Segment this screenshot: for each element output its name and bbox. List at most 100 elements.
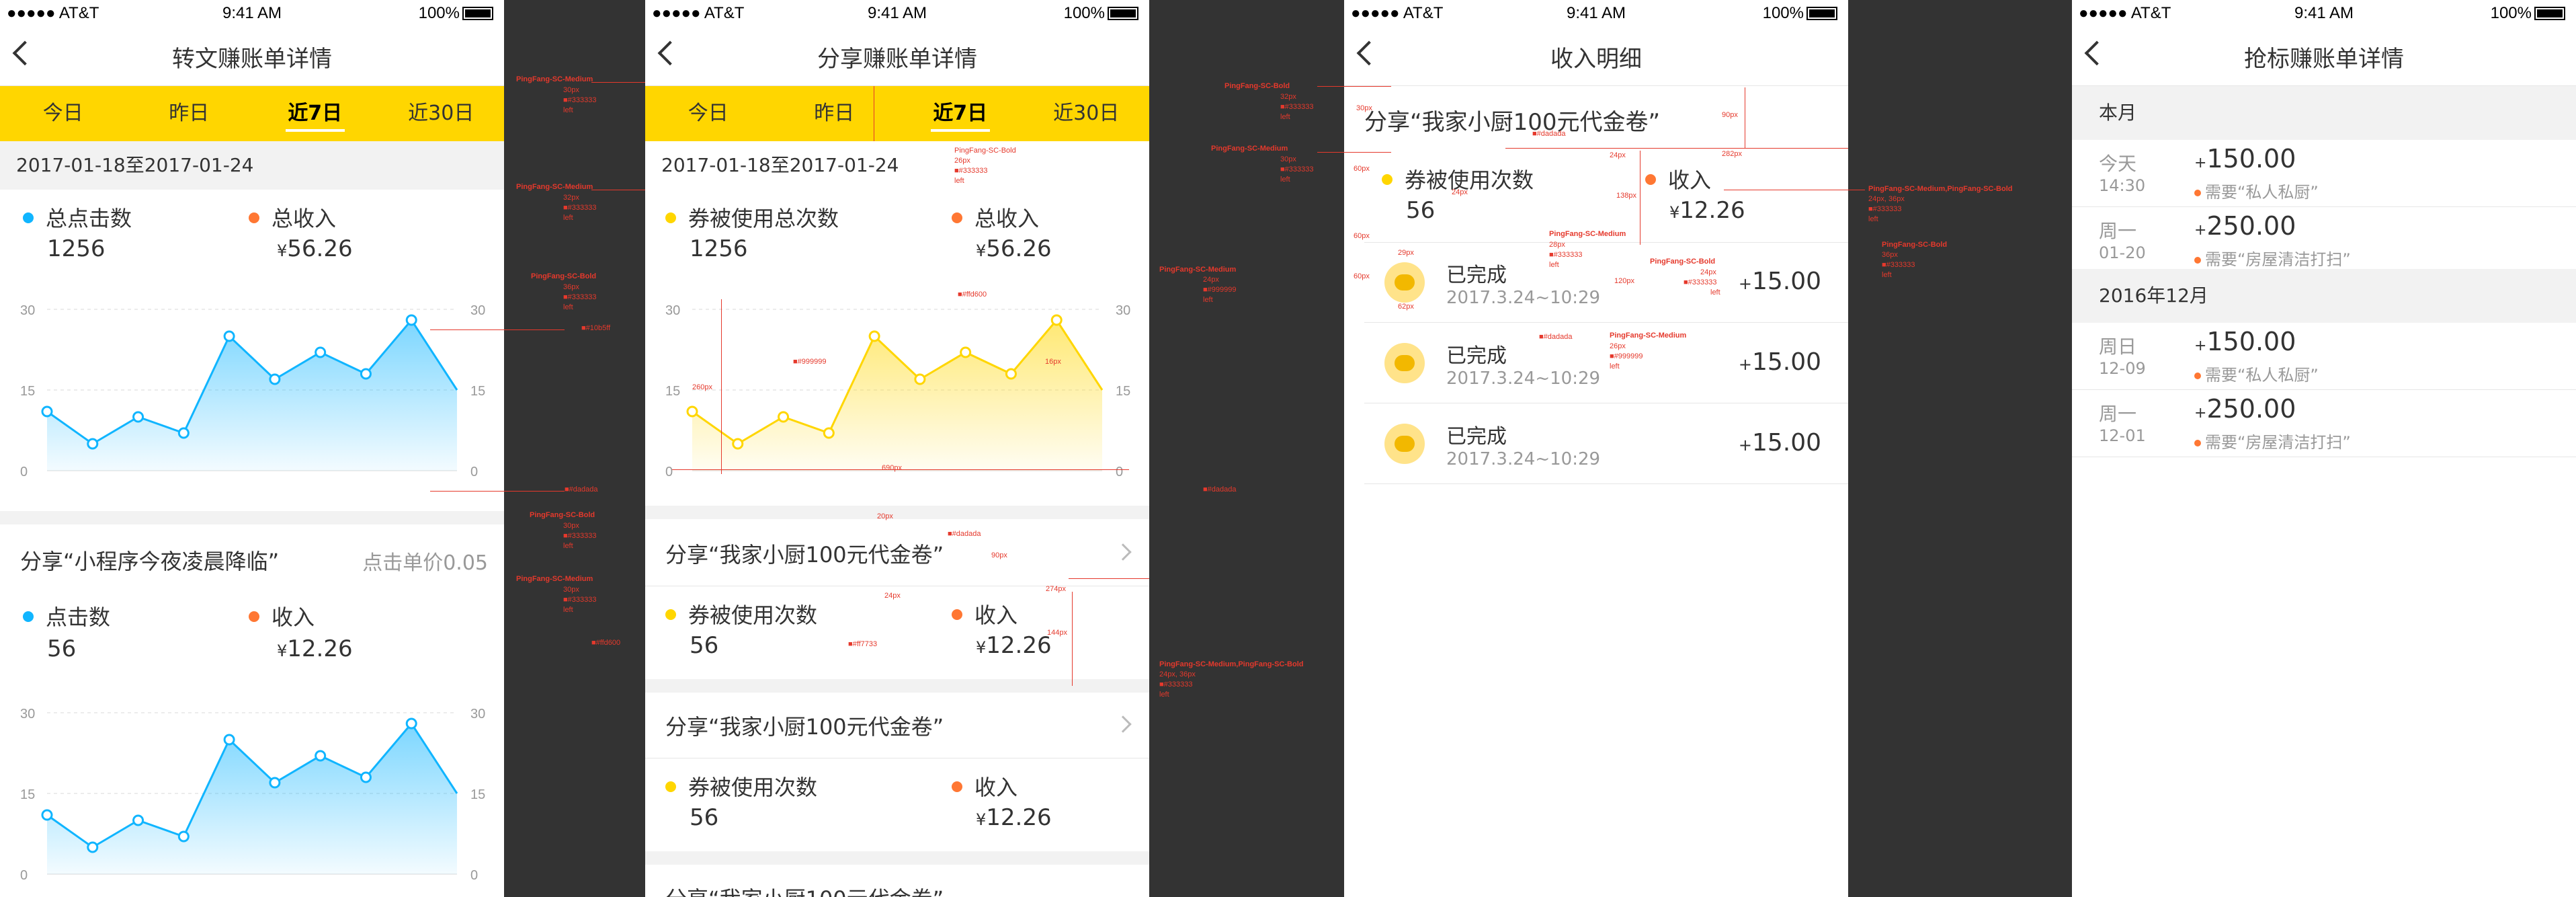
annot-size: 29px <box>1398 249 1414 257</box>
yellow-dot-icon <box>1382 174 1393 185</box>
tab-7days[interactable]: 近7日 <box>252 86 378 141</box>
annot-size: 90px <box>1722 111 1738 119</box>
annot-align: left <box>1610 362 1620 370</box>
data-point <box>269 777 281 789</box>
data-point <box>177 830 190 843</box>
income-value: ¥12.26 <box>1669 197 1745 224</box>
annot-color: ■#dadada <box>1532 130 1566 138</box>
y-tick-label-left: 30 <box>665 303 680 318</box>
bid-row[interactable]: 周日 12-09 +150.00 需要“私人私厨” <box>2072 323 2576 390</box>
series-area <box>47 724 457 874</box>
annot-color: ■#999999 <box>793 358 827 366</box>
annot-font: PingFang-SC-Bold <box>531 272 597 280</box>
annot-size: 26px <box>1610 342 1626 350</box>
card-uses-label: 券被使用次数 <box>665 771 817 802</box>
tab-yesterday[interactable]: 昨日 <box>126 86 253 141</box>
row-amount: +15.00 <box>1738 429 1821 457</box>
row-time: 2017.3.24~10:29 <box>1446 368 1601 389</box>
y-tick-label-left: 15 <box>20 384 35 399</box>
data-point <box>778 411 790 423</box>
gutter-2 <box>1149 0 1344 897</box>
annot-color: ■#333333 <box>563 596 597 604</box>
tab-today[interactable]: 今日 <box>645 86 772 141</box>
tab-30days[interactable]: 近30日 <box>378 86 505 141</box>
annot-size: 30px <box>563 522 579 530</box>
battery-icon <box>462 7 493 20</box>
row-note: 需要“房屋清洁打扫” <box>2194 246 2351 270</box>
tab-yesterday[interactable]: 昨日 <box>772 86 898 141</box>
annot-font: PingFang-SC-Medium,PingFang-SC-Bold <box>1159 660 1304 668</box>
annot-align: left <box>1710 288 1720 297</box>
bid-row[interactable]: 今天 14:30 +150.00 需要“私人私厨” <box>2072 140 2576 207</box>
piggy-bank-icon <box>1384 343 1425 383</box>
y-tick-label-right: 30 <box>470 303 485 318</box>
tab-30days[interactable]: 近30日 <box>1024 86 1150 141</box>
period-tabs: 今日 昨日 近7日 近30日 <box>0 86 504 141</box>
series-area <box>692 320 1102 471</box>
stat-total-clicks-label: 总点击数 <box>23 202 132 233</box>
stat-total-uses-label: 券被使用总次数 <box>665 202 839 233</box>
y-tick-label-right: 30 <box>1116 303 1130 318</box>
bid-row[interactable]: 周一 01-20 +250.00 需要“房屋清洁打扫” <box>2072 207 2576 274</box>
annot-line <box>1317 86 1391 87</box>
annot-size: 36px <box>1882 251 1898 259</box>
annot-align: left <box>1549 261 1559 269</box>
annot-size: 24px <box>1700 268 1716 276</box>
card-income-label: 收入 <box>952 771 1017 802</box>
annot-line <box>1505 148 1848 149</box>
row-amount: +150.00 <box>2194 144 2296 173</box>
month-header: 本月 <box>2072 86 2576 140</box>
orange-dot-icon <box>952 609 962 620</box>
annot-color: ■#ffd600 <box>958 290 987 299</box>
income-row[interactable]: 已完成 2017.3.24~10:29 +15.00 <box>1364 242 1848 323</box>
status-bar: ●●●●● AT&T 9:41 AM 100% <box>2072 0 2576 27</box>
annot-color: ■#ff7733 <box>848 640 878 648</box>
date-range: 2017-01-18至2017-01-24 <box>645 141 1149 190</box>
share-card-1-header[interactable]: 分享“我家小厨100元代金卷” <box>645 519 1149 586</box>
annot-size: 138px <box>1616 192 1636 200</box>
data-point <box>405 314 417 326</box>
row-note: 需要“私人私厨” <box>2194 179 2319 202</box>
row-time: 14:30 <box>2099 176 2146 195</box>
annot-align: left <box>1280 176 1290 184</box>
annot-line <box>430 491 565 492</box>
annot-color: ■#dadada <box>565 485 598 494</box>
data-point <box>132 814 144 826</box>
card-uses-value: 56 <box>690 632 719 659</box>
income-row[interactable]: 已完成 2017.3.24~10:29 +15.00 <box>1364 403 1848 484</box>
nav-bar: 转文赚账单详情 <box>0 27 504 86</box>
data-point <box>823 427 835 439</box>
annot-font: PingFang-SC-Bold <box>1650 258 1716 266</box>
card-title[interactable]: 分享“我家小厨100元代金卷” <box>665 882 944 897</box>
annot-align: left <box>954 177 964 185</box>
card-uses-value: 56 <box>690 804 719 831</box>
income-label: 收入 <box>1645 163 1711 194</box>
stat-total-clicks-value: 1256 <box>47 235 106 262</box>
annot-size: 24px, 36px <box>1868 195 1905 203</box>
annot-size: 36px <box>563 283 579 291</box>
annot-size: 90px <box>991 551 1007 559</box>
income-row[interactable]: 已完成 2017.3.24~10:29 +15.00 <box>1364 323 1848 403</box>
row-day: 周一 <box>2099 220 2137 242</box>
row-amount: +15.00 <box>1738 268 1821 295</box>
bid-row[interactable]: 周一 12-01 +250.00 需要“房屋清洁打扫” <box>2072 390 2576 457</box>
data-point <box>41 405 53 418</box>
yellow-dot-icon <box>665 781 676 792</box>
row-status: 已完成 <box>1446 425 1507 448</box>
separator <box>645 506 1149 519</box>
data-point <box>41 809 53 821</box>
separator <box>645 851 1149 865</box>
data-point <box>223 330 235 342</box>
tab-7days[interactable]: 近7日 <box>897 86 1024 141</box>
y-tick-label-left: 30 <box>20 303 35 318</box>
data-point <box>1005 368 1017 380</box>
y-tick-label-left: 0 <box>20 465 28 479</box>
annot-size: 62px <box>1398 303 1414 311</box>
share-card-2-header[interactable]: 分享“我家小厨100元代金卷” <box>645 693 1149 758</box>
tab-today[interactable]: 今日 <box>0 86 126 141</box>
annot-color: ■#333333 <box>563 532 597 540</box>
annot-size: 24px <box>1610 151 1626 159</box>
annot-align: left <box>1868 215 1878 223</box>
data-point <box>1050 314 1063 326</box>
annot-font: PingFang-SC-Medium <box>1610 332 1687 340</box>
